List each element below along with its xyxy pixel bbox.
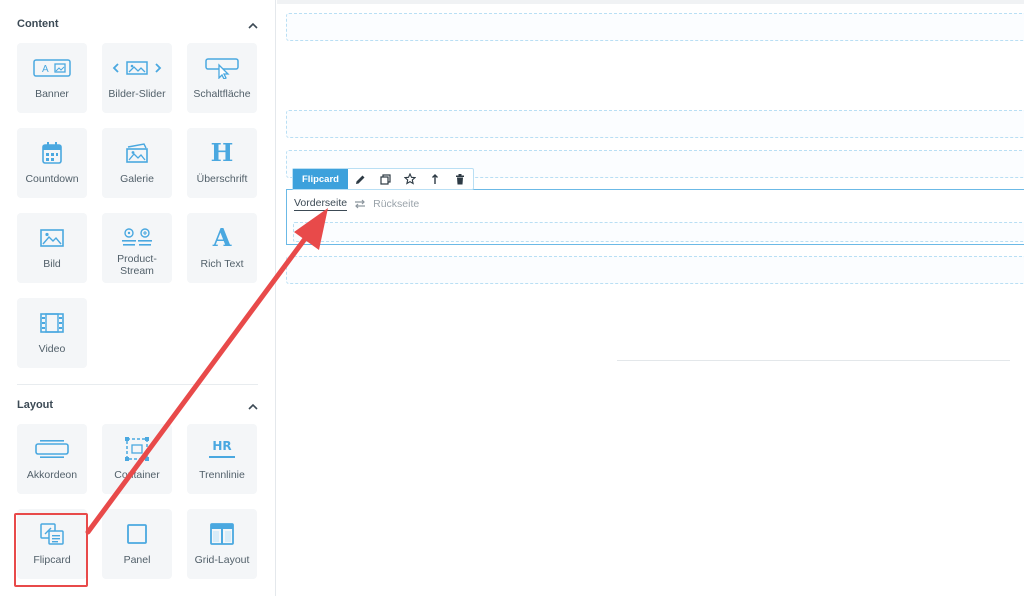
pencil-icon[interactable] [348,169,373,189]
section-header-content[interactable]: Content [0,14,276,38]
tile-label: Video [38,343,66,355]
tile-label: Überschrift [196,173,248,185]
svg-text:A: A [42,64,49,75]
image-icon [40,229,64,247]
tile-banner[interactable]: A Banner [17,43,87,113]
tile-video[interactable]: Video [17,298,87,368]
tile-divider[interactable]: HR Trennlinie [187,424,257,494]
tile-label: Container [114,469,160,481]
rich-text-icon: A [212,223,232,252]
tile-label: Bild [43,258,61,270]
tile-flipcard[interactable]: Flipcard [17,509,87,579]
tab-front-side[interactable]: Vorderseite [294,197,348,211]
tile-grid-layout[interactable]: Grid-Layout [187,509,257,579]
section-divider [17,384,258,385]
canvas-separator [617,360,1010,361]
tile-label: Galerie [120,173,154,185]
canvas-top-bar [277,0,1024,4]
flipcard-element[interactable]: Vorderseite Rückseite [286,189,1024,245]
tile-label: Rich Text [200,258,244,270]
editor-canvas: Vorderseite Rückseite Flipcard [277,0,1024,596]
element-type-tag: Flipcard [293,169,348,189]
tile-label: Trennlinie [199,469,245,481]
product-stream-icon [122,228,152,246]
move-up-icon[interactable] [423,169,448,189]
accordion-icon [35,440,69,458]
element-sidebar: Content A Banner Bilder-Slider Schaltflä… [0,0,276,596]
drop-zone[interactable] [286,256,1024,284]
tile-image[interactable]: Bild [17,213,87,283]
tab-back-side[interactable]: Rückseite [373,198,419,210]
tile-label: Flipcard [33,554,71,566]
heading-icon: H [210,138,234,167]
tile-label: Panel [123,554,151,566]
flipcard-drop-zone[interactable] [293,222,1024,242]
tile-button[interactable]: Schaltfläche [187,43,257,113]
flipcard-icon [40,523,64,545]
flipcard-toolbar: Flipcard [292,168,474,190]
tile-rich-text[interactable]: A Rich Text [187,213,257,283]
trash-icon[interactable] [448,169,473,189]
flipcard-tabs: Vorderseite Rückseite [294,197,419,211]
hr-underline [209,456,235,458]
container-icon [125,437,149,461]
section-header-layout[interactable]: Layout [0,395,276,419]
divider-hr-icon: HR [212,439,232,453]
section-title: Layout [17,399,54,411]
tile-countdown[interactable]: Countdown [17,128,87,198]
tile-label: Banner [35,88,69,100]
section-title: Content [17,18,59,30]
tile-label: Schaltfläche [193,88,251,100]
tile-accordion[interactable]: Akkordeon [17,424,87,494]
tile-gallery[interactable]: Galerie [102,128,172,198]
star-icon[interactable] [398,169,423,189]
tile-heading[interactable]: H Überschrift [187,128,257,198]
gallery-icon [126,143,148,163]
tile-container[interactable]: Container [102,424,172,494]
tile-label: Countdown [25,173,79,185]
button-cursor-icon [205,58,239,79]
tile-label: Product- Stream [117,253,157,277]
calendar-icon [42,142,62,164]
swap-icon[interactable] [354,199,366,209]
film-icon [40,313,64,333]
chevron-up-icon[interactable] [246,19,260,33]
tile-image-slider[interactable]: Bilder-Slider [102,43,172,113]
grid-layout-icon [210,523,234,545]
banner-icon: A [33,59,71,77]
tile-panel[interactable]: Panel [102,509,172,579]
chevron-up-icon[interactable] [246,400,260,414]
duplicate-icon[interactable] [373,169,398,189]
panel-icon [127,524,147,544]
tile-product-stream[interactable]: Product- Stream [102,213,172,283]
tile-label: Bilder-Slider [108,88,166,100]
tile-label: Grid-Layout [194,554,250,566]
tile-label: Akkordeon [26,469,78,481]
image-slider-icon [112,61,162,75]
drop-zone[interactable] [286,110,1024,138]
drop-zone[interactable] [286,13,1024,41]
